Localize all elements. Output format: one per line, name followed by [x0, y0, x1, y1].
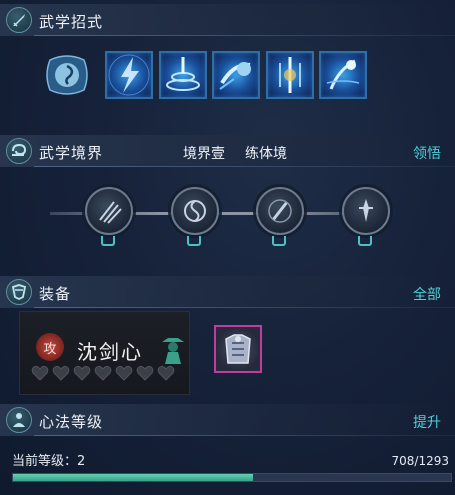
heart-icon — [73, 365, 91, 381]
meditation-icon — [6, 407, 32, 433]
armor-gear-slot[interactable] — [214, 325, 262, 373]
yin-yang-realm-icon[interactable] — [171, 187, 219, 235]
realm-title: 武学境界 — [39, 144, 104, 162]
attack-badge: 攻 — [36, 333, 64, 361]
lock-icon — [187, 236, 201, 246]
lock-icon — [272, 236, 286, 246]
armor-icon — [6, 279, 32, 305]
swirl-icon — [6, 138, 32, 164]
equipment-header: 装备 全部 — [0, 276, 455, 308]
character-portrait-icon — [158, 332, 188, 366]
affection-hearts — [30, 363, 176, 383]
view-all-button[interactable]: 全部 — [413, 284, 441, 304]
comprehend-button[interactable]: 领悟 — [413, 143, 441, 163]
tornado-skill-icon[interactable] — [159, 51, 207, 99]
sword-icon — [6, 7, 32, 33]
heart-icon — [115, 365, 133, 381]
heart-icon — [157, 365, 175, 381]
brush-realm-icon[interactable] — [256, 187, 304, 235]
skills-title: 武学招式 — [39, 13, 104, 31]
progress-fill — [13, 474, 253, 481]
fist-skill-icon[interactable] — [212, 51, 260, 99]
heart-method-header: 心法等级 提升 — [0, 404, 455, 436]
heart-icon — [31, 365, 49, 381]
character-card[interactable]: 攻 沈剑心 — [19, 311, 190, 395]
upgrade-button[interactable]: 提升 — [413, 412, 441, 432]
heart-icon — [52, 365, 70, 381]
sword-rain-skill-icon[interactable] — [266, 51, 314, 99]
progress-value: 708/1293 — [391, 454, 450, 468]
heart-icon — [94, 365, 112, 381]
lock-icon — [101, 236, 115, 246]
current-level: 当前等级：2 — [12, 454, 86, 469]
claw-realm-icon[interactable] — [85, 187, 133, 235]
realm-name: 练体境 — [245, 146, 287, 162]
progress-bar — [12, 473, 452, 482]
armor-gear-icon — [225, 334, 251, 364]
swirl-skill-icon[interactable] — [42, 50, 92, 100]
lightning-skill-icon[interactable] — [105, 51, 153, 99]
dagger-realm-icon[interactable] — [342, 187, 390, 235]
skills-header: 武学招式 — [0, 4, 455, 36]
heart-icon — [136, 365, 154, 381]
leap-skill-icon[interactable] — [319, 51, 367, 99]
lock-icon — [358, 236, 372, 246]
heart-method-title: 心法等级 — [39, 413, 104, 431]
realm-level-name: 境界壹 — [183, 146, 225, 162]
realm-header: 武学境界 境界壹 练体境 领悟 — [0, 135, 455, 167]
equipment-title: 装备 — [39, 285, 72, 303]
character-name: 沈剑心 — [77, 340, 143, 364]
